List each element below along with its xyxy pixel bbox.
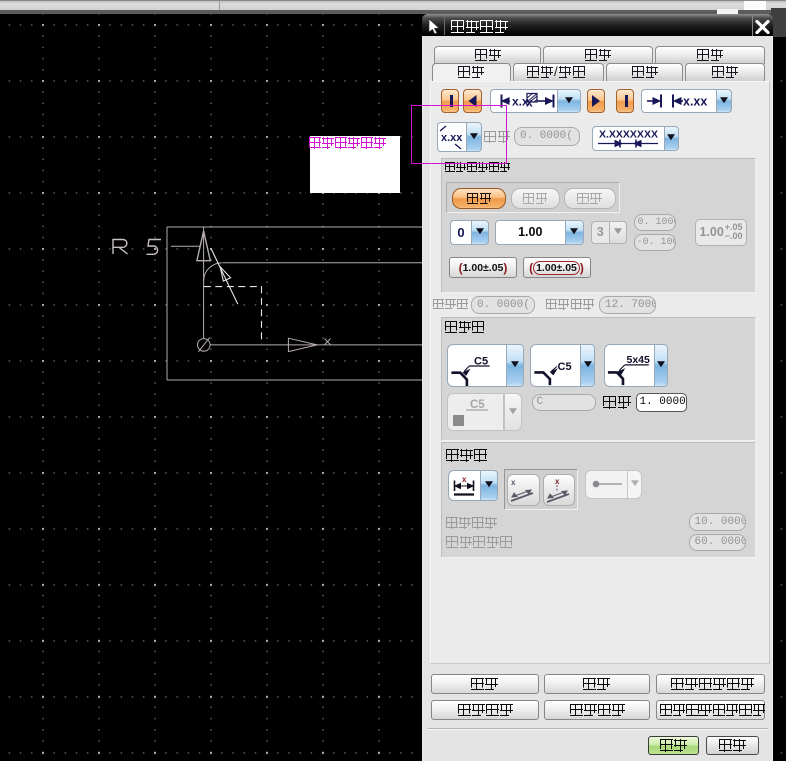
svg-text:x: x [462, 475, 467, 484]
svg-text:x.xx: x.xx [683, 95, 707, 109]
svg-text:X.XXXXXXX: X.XXXXXXX [599, 128, 658, 140]
svg-text:5x45: 5x45 [626, 354, 650, 366]
svg-text:x: x [511, 478, 516, 487]
svg-text:x: x [555, 477, 560, 486]
svg-text:x: x [526, 96, 533, 110]
svg-text:C5: C5 [558, 361, 572, 373]
svg-text:C5: C5 [470, 399, 485, 411]
